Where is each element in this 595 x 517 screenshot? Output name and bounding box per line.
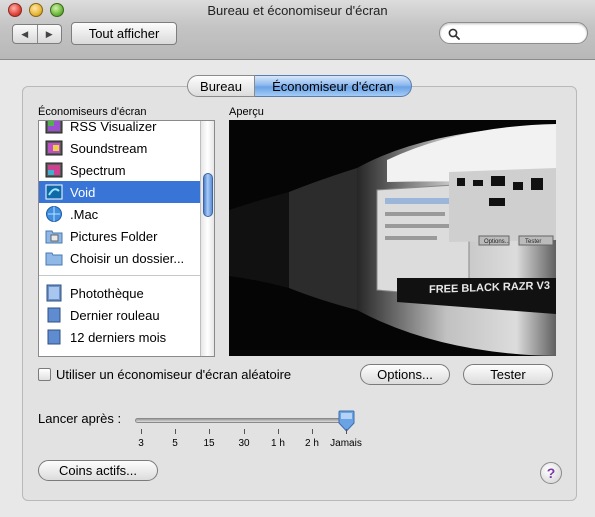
slider-tick [209, 429, 210, 434]
slider-tick [278, 429, 279, 434]
list-item-pictures-folder[interactable]: Pictures Folder [39, 225, 201, 247]
roll-icon [47, 307, 61, 323]
list-item-photo-library[interactable]: Photothèque [39, 282, 201, 304]
slider-tick-label: Jamais [330, 438, 362, 449]
screensaver-preview: Options... Tester FREE BLACK RAZR V3 [229, 120, 556, 356]
slider-tick [346, 429, 347, 434]
photo-library-icon [46, 284, 62, 302]
random-screensaver-label: Utiliser un économiseur d'écran aléatoir… [56, 367, 292, 382]
show-all-button[interactable]: Tout afficher [71, 22, 177, 45]
list-item-soundstream[interactable]: Soundstream [39, 137, 201, 159]
list-item-rss-visualizer[interactable]: RSS Visualizer [39, 121, 201, 137]
tab-desktop[interactable]: Bureau [187, 75, 255, 97]
options-button[interactable]: Options... [360, 364, 450, 385]
forward-arrow-icon: ▶ [45, 28, 53, 39]
hot-corners-button[interactable]: Coins actifs... [38, 460, 158, 481]
back-button[interactable]: ◀ [13, 25, 37, 43]
slider-tick [312, 429, 313, 434]
start-after-label: Lancer après : [38, 411, 122, 426]
tab-screensaver[interactable]: Économiseur d'écran [255, 75, 412, 97]
preview-options-button: Options... [484, 239, 510, 245]
search-input[interactable] [464, 26, 582, 40]
slider-tick [141, 429, 142, 434]
rss-visualizer-icon [45, 121, 63, 134]
void-preview-image: Options... Tester FREE BLACK RAZR V3 [229, 124, 556, 356]
list-item-choose-folder[interactable]: Choisir un dossier... [39, 247, 201, 269]
list-item-last-roll[interactable]: Dernier rouleau [39, 304, 201, 326]
preview-test-button: Tester [525, 239, 541, 245]
tab-bar: Bureau Économiseur d'écran [187, 75, 412, 97]
test-button[interactable]: Tester [463, 364, 553, 385]
window-title: Bureau et économiseur d'écran [207, 3, 388, 18]
screensaver-list: RSS Visualizer Soundstream Spectrum Void [38, 120, 215, 357]
help-icon: ? [546, 465, 556, 481]
search-field[interactable] [439, 22, 588, 44]
pictures-folder-icon [45, 230, 63, 244]
screensavers-header: Économiseurs d'écran [38, 106, 147, 118]
random-screensaver-row[interactable]: Utiliser un économiseur d'écran aléatoir… [38, 367, 291, 382]
spectrum-icon [45, 162, 63, 178]
list-scrollbar[interactable] [200, 121, 214, 356]
folder-icon [45, 252, 63, 266]
forward-button[interactable]: ▶ [36, 25, 62, 43]
back-arrow-icon: ◀ [21, 28, 29, 39]
random-screensaver-checkbox[interactable] [38, 368, 51, 381]
dotmac-globe-icon [46, 206, 62, 222]
scrollbar-thumb[interactable] [203, 173, 213, 217]
list-item-spectrum[interactable]: Spectrum [39, 159, 201, 181]
list-item-dotmac[interactable]: .Mac [39, 203, 201, 225]
help-button[interactable]: ? [540, 462, 562, 484]
slider-tick [175, 429, 176, 434]
preview-header: Aperçu [229, 106, 264, 118]
list-divider [39, 275, 201, 276]
void-icon [45, 184, 63, 200]
soundstream-icon [45, 140, 63, 156]
start-after-slider[interactable] [135, 418, 350, 423]
list-item-void[interactable]: Void [39, 181, 201, 203]
back-forward-control: ◀ ▶ [12, 24, 62, 44]
window-titlebar: Bureau et économiseur d'écran ◀ ▶ Tout a… [0, 0, 595, 60]
search-icon [448, 28, 460, 40]
roll-icon [47, 329, 61, 345]
list-item-last-12-months[interactable]: 12 derniers mois [39, 326, 201, 348]
slider-tick [244, 429, 245, 434]
slider-tick-label: 15 [203, 438, 215, 449]
